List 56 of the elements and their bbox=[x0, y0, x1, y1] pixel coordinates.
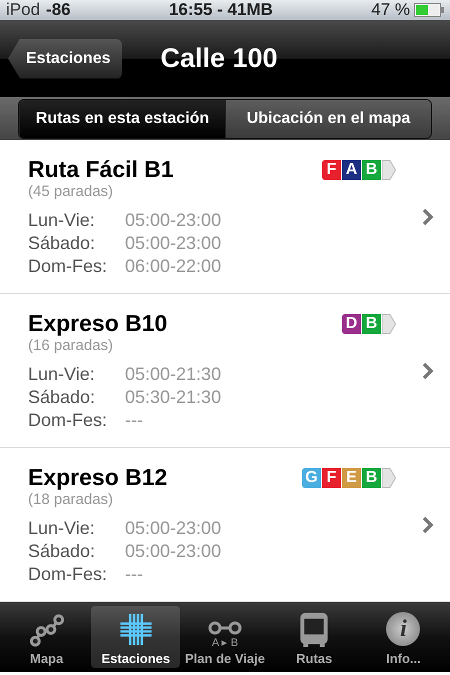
back-button[interactable]: Estaciones bbox=[8, 38, 122, 78]
day-label: Sábado: bbox=[28, 233, 96, 254]
hours: 05:00-23:00 bbox=[125, 210, 222, 231]
day-label: Dom-Fes: bbox=[28, 410, 108, 431]
chevron-icon[interactable] bbox=[422, 362, 434, 380]
zone-tag: F bbox=[322, 468, 342, 488]
signal-strength: -86 bbox=[46, 0, 71, 20]
tag-tip-icon bbox=[382, 468, 396, 488]
day-label: Dom-Fes: bbox=[28, 564, 108, 585]
day-label: Sábado: bbox=[28, 387, 96, 408]
zone-tag: B bbox=[362, 468, 382, 488]
zone-tag: B bbox=[362, 160, 382, 180]
screen-title: Calle 100 bbox=[160, 43, 278, 74]
tab-bar-item[interactable]: Rutas bbox=[270, 606, 359, 668]
day-label: Dom-Fes: bbox=[28, 256, 108, 277]
zone-tag: G bbox=[302, 468, 322, 488]
tab-bar-item[interactable]: Estaciones bbox=[91, 606, 180, 668]
hours: 05:00-23:00 bbox=[125, 233, 222, 254]
stop-count: (16 paradas) bbox=[28, 337, 114, 354]
day-label: Sábado: bbox=[28, 541, 96, 562]
tab-bar-item[interactable]: A ▸ B Plan de Viaje bbox=[180, 606, 270, 668]
a-to-b-label: A ▸ B bbox=[212, 636, 238, 649]
zone-tag: D bbox=[342, 314, 362, 334]
link-icon bbox=[207, 620, 243, 636]
day-label: Lun-Vie: bbox=[28, 364, 96, 385]
hours: 06:00-22:00 bbox=[125, 256, 222, 277]
route-name: Expreso B10 bbox=[28, 310, 168, 337]
carrier: iPod bbox=[6, 0, 40, 20]
chevron-icon[interactable] bbox=[422, 516, 434, 534]
hours: --- bbox=[125, 564, 144, 585]
info-icon: i bbox=[386, 612, 420, 646]
hours: --- bbox=[125, 410, 144, 431]
battery-icon bbox=[414, 3, 444, 17]
hours: 05:30-21:30 bbox=[125, 387, 222, 408]
zone-tag: E bbox=[342, 468, 362, 488]
segment-tab[interactable]: Ubicación en el mapa bbox=[225, 100, 431, 138]
segment-tab[interactable]: Rutas en esta estación bbox=[19, 100, 225, 138]
hours: 05:00-23:00 bbox=[125, 541, 222, 562]
hours: 05:00-23:00 bbox=[125, 518, 222, 539]
hours: 05:00-21:30 bbox=[125, 364, 222, 385]
route-name: Ruta Fácil B1 bbox=[28, 156, 174, 183]
day-label: Lun-Vie: bbox=[28, 210, 96, 231]
chevron-icon[interactable] bbox=[422, 208, 434, 226]
zone-tag: F bbox=[322, 160, 342, 180]
route-name: Expreso B12 bbox=[28, 464, 168, 491]
clock: 16:55 - 41MB bbox=[168, 0, 273, 20]
tag-tip-icon bbox=[382, 314, 396, 334]
battery-percent: 47 % bbox=[371, 0, 410, 20]
day-label: Lun-Vie: bbox=[28, 518, 96, 539]
tab-bar-item[interactable]: Mapa bbox=[2, 606, 92, 668]
tab-bar-item[interactable]: i Info... bbox=[358, 606, 448, 668]
stop-count: (45 paradas) bbox=[28, 183, 114, 200]
zone-tag: A bbox=[342, 160, 362, 180]
zone-tag: B bbox=[362, 314, 382, 334]
tag-tip-icon bbox=[382, 160, 396, 180]
stop-count: (18 paradas) bbox=[28, 491, 114, 508]
